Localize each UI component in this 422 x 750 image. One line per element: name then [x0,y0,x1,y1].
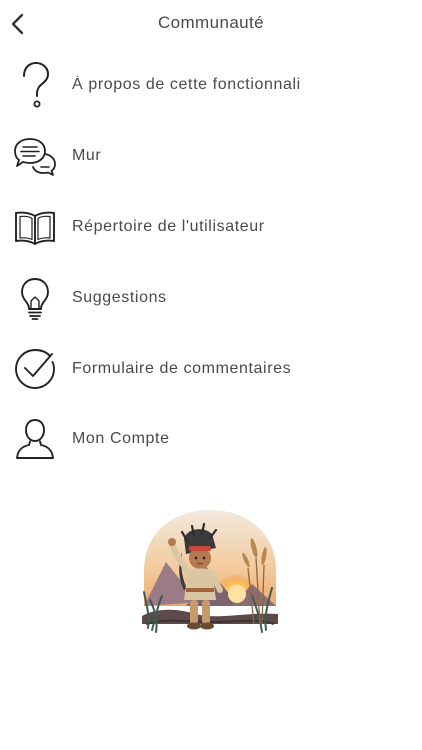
menu-item-wall[interactable]: Mur [0,121,422,192]
menu-item-user-directory[interactable]: Répertoire de l'utilisateur [0,192,422,263]
menu-item-my-account[interactable]: Mon Compte [0,404,422,475]
menu-item-label: Formulaire de commentaires [72,359,292,377]
question-mark-icon [12,62,58,108]
top-bar: Communauté [0,0,422,48]
child-waving-sunset-illustration [136,504,284,652]
menu-item-label: À propos de cette fonctionnali [72,76,301,94]
page-title: Communauté [157,13,265,32]
menu-item-label: Mon Compte [72,430,170,448]
menu-item-label: Mur [72,147,102,165]
open-book-icon [12,204,58,250]
menu-item-label: Suggestions [72,288,167,306]
community-menu: À propos de cette fonctionnali Mur Réper [0,50,422,475]
menu-item-suggestions[interactable]: Suggestions [0,262,422,333]
menu-item-label: Répertoire de l'utilisateur [72,217,265,235]
chat-bubbles-icon [12,133,58,179]
check-circle-icon [12,346,58,392]
menu-item-about[interactable]: À propos de cette fonctionnali [0,50,422,121]
menu-item-feedback-form[interactable]: Formulaire de commentaires [0,333,422,404]
lightbulb-icon [12,275,58,321]
user-icon [12,416,58,462]
